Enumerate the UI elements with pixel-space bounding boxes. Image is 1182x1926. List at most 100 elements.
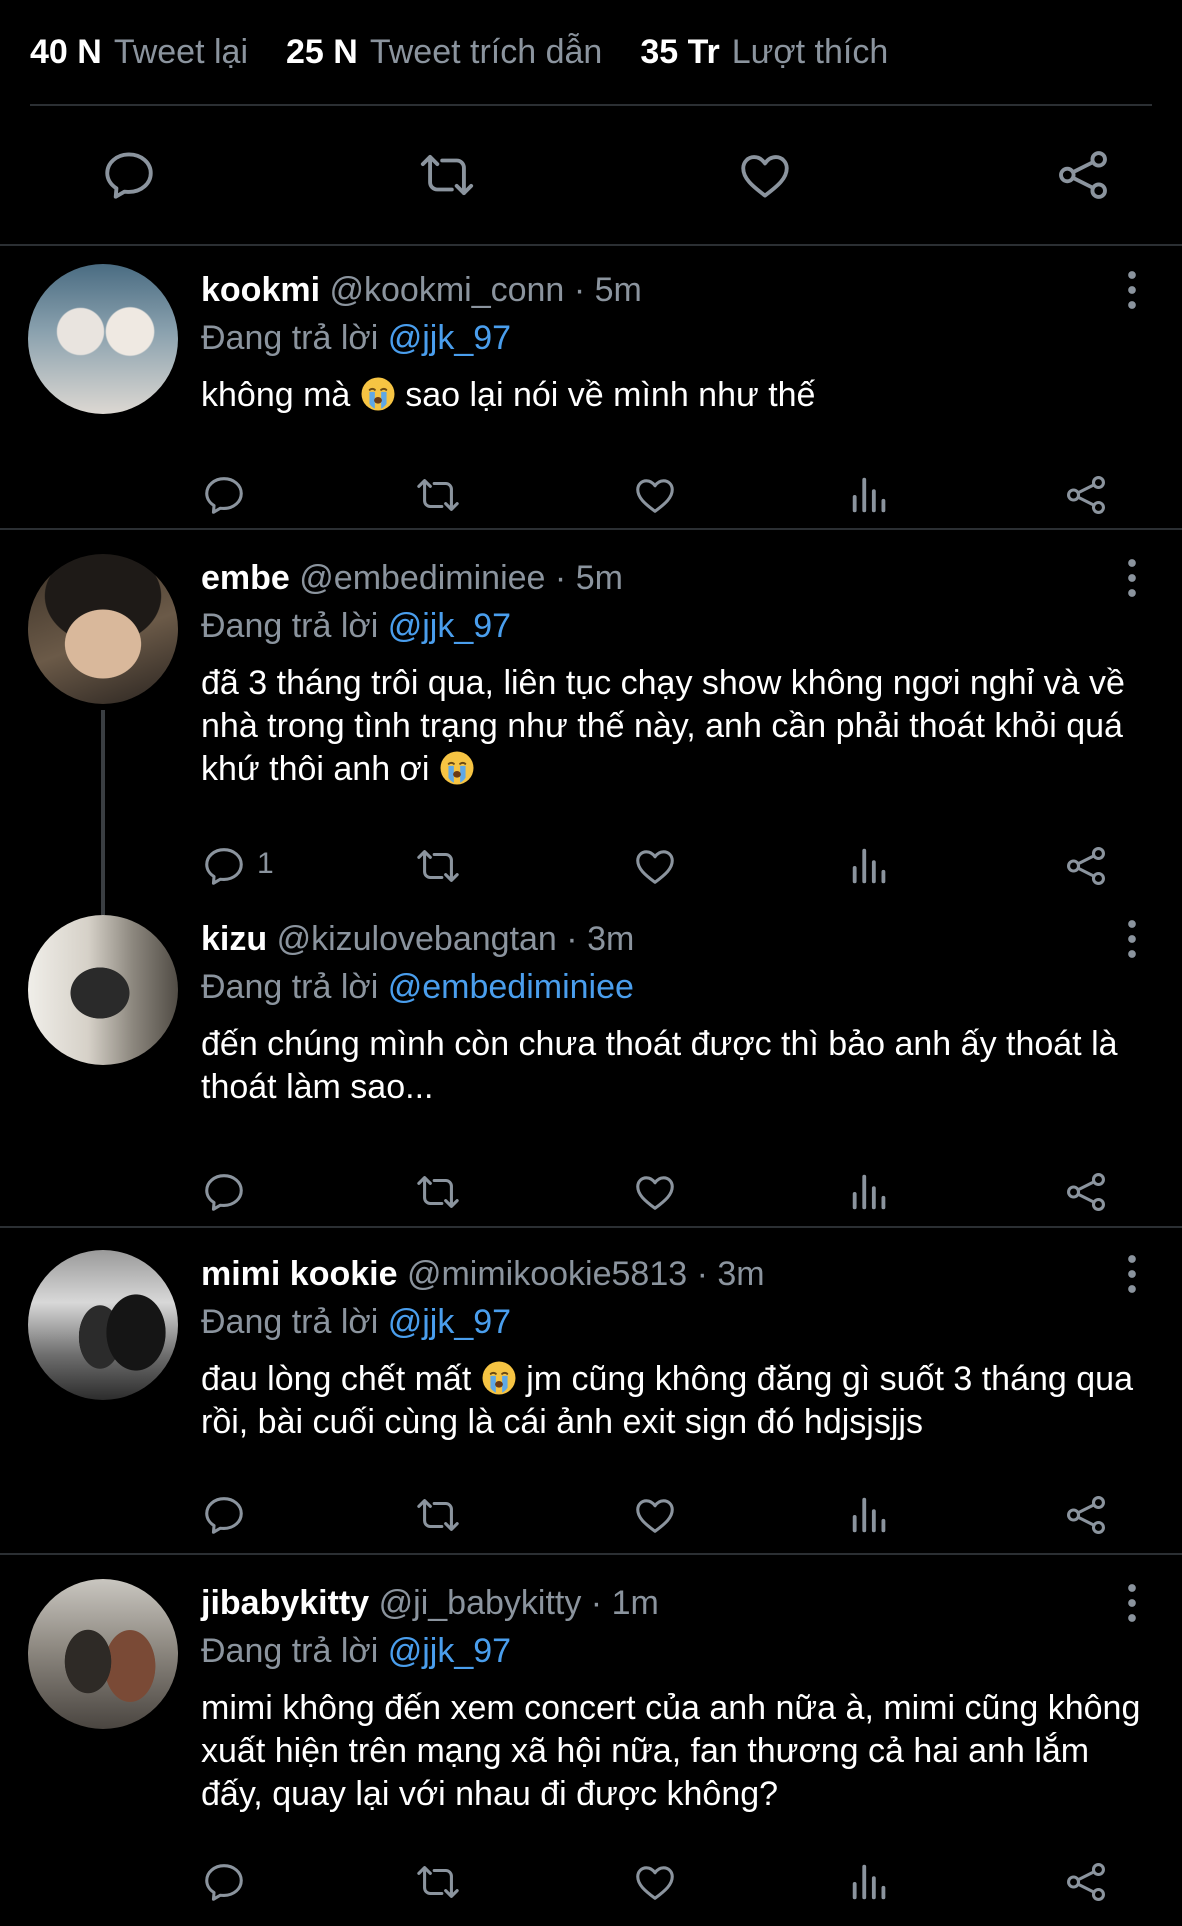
avatar[interactable] <box>28 1250 178 1400</box>
mention-link[interactable]: @jjk_97 <box>388 607 511 645</box>
share-icon[interactable] <box>1063 843 1109 889</box>
tweet-actions: 1 <box>201 843 1113 899</box>
like-icon[interactable] <box>632 1859 678 1905</box>
replying-label: Đang trả lời <box>201 968 379 1006</box>
reply-icon[interactable] <box>201 1492 247 1538</box>
like-icon[interactable] <box>632 1169 678 1215</box>
tweet-text: đau lòng chết mất jm cũng không đăng gì … <box>201 1358 1142 1444</box>
tweet-text: đến chúng mình còn chưa thoát được thì b… <box>201 1023 1142 1109</box>
retweet-icon[interactable] <box>415 1859 461 1905</box>
tweet-text: mimi không đến xem concert của anh nữa à… <box>201 1687 1142 1816</box>
more-icon[interactable] <box>1126 558 1138 598</box>
views-icon[interactable] <box>847 1492 893 1538</box>
tweet-actions <box>201 472 1113 528</box>
timestamp[interactable]: 5m <box>595 271 642 309</box>
like-icon[interactable] <box>632 472 678 518</box>
quote-tweets-stat[interactable]: 25 N Tweet trích dẫn <box>286 33 602 72</box>
reply-icon[interactable] <box>201 1169 247 1215</box>
replying-label: Đang trả lời <box>201 319 379 357</box>
tweet-text-part: mimi không đến xem concert của anh nữa à… <box>201 1689 1141 1813</box>
reply-icon[interactable] <box>201 472 247 518</box>
display-name[interactable]: kizu <box>201 920 267 958</box>
share-icon[interactable] <box>1054 146 1112 204</box>
timestamp[interactable]: 3m <box>587 920 634 958</box>
mention-link[interactable]: @embediminiee <box>388 968 634 1006</box>
avatar[interactable] <box>28 554 178 704</box>
main-tweet-actions <box>0 106 1182 246</box>
mention-link[interactable]: @jjk_97 <box>388 1632 511 1670</box>
separator-dot: · <box>590 1584 603 1622</box>
user-handle[interactable]: @kookmi_conn <box>330 271 565 309</box>
tweet-text: đã 3 tháng trôi qua, liên tục chạy show … <box>201 662 1142 791</box>
retweet-icon[interactable] <box>415 472 461 518</box>
replying-to-line: Đang trả lời @jjk_97 <box>201 1631 1142 1671</box>
retweet-icon[interactable] <box>415 1492 461 1538</box>
engagement-stats-bar: 40 N Tweet lại 25 N Tweet trích dẫn 35 T… <box>30 0 1152 106</box>
share-icon[interactable] <box>1063 1169 1109 1215</box>
crying-emoji <box>439 750 475 786</box>
quote-tweets-count: 25 N <box>286 32 358 71</box>
tweet-header: kizu @kizulovebangtan · 3m <box>201 919 1142 959</box>
reply-tweet[interactable]: kookmi @kookmi_conn · 5m Đang trả lời @j… <box>0 246 1182 530</box>
timestamp[interactable]: 1m <box>612 1584 659 1622</box>
more-icon[interactable] <box>1126 1254 1138 1294</box>
reply-tweet[interactable]: kizu @kizulovebangtan · 3m Đang trả lời … <box>0 901 1182 1228</box>
thread-line <box>101 901 105 915</box>
user-handle[interactable]: @ji_babykitty <box>379 1584 582 1622</box>
retweets-stat[interactable]: 40 N Tweet lại <box>30 33 248 72</box>
retweets-label: Tweet lại <box>113 32 249 71</box>
user-handle[interactable]: @kizulovebangtan <box>277 920 557 958</box>
like-icon[interactable] <box>736 146 794 204</box>
crying-emoji <box>360 376 396 412</box>
share-icon[interactable] <box>1063 1492 1109 1538</box>
display-name[interactable]: embe <box>201 559 290 597</box>
likes-count: 35 Tr <box>640 32 720 71</box>
share-icon[interactable] <box>1063 1859 1109 1905</box>
separator-dot: · <box>573 271 586 309</box>
retweet-icon[interactable] <box>415 843 461 889</box>
thread-line <box>101 710 105 901</box>
views-icon[interactable] <box>847 843 893 889</box>
views-icon[interactable] <box>847 1859 893 1905</box>
replying-to-line: Đang trả lời @embediminiee <box>201 967 1142 1007</box>
timestamp[interactable]: 3m <box>717 1255 764 1293</box>
tweet-text-part: đã 3 tháng trôi qua, liên tục chạy show … <box>201 664 1125 788</box>
avatar[interactable] <box>28 264 178 414</box>
more-icon[interactable] <box>1126 270 1138 310</box>
views-icon[interactable] <box>847 1169 893 1215</box>
reply-icon[interactable] <box>201 843 247 889</box>
display-name[interactable]: mimi kookie <box>201 1255 398 1293</box>
reply-tweet[interactable]: mimi kookie @mimikookie5813 · 3m Đang tr… <box>0 1228 1182 1555</box>
tweet-actions <box>201 1492 1113 1548</box>
timestamp[interactable]: 5m <box>576 559 623 597</box>
like-icon[interactable] <box>632 843 678 889</box>
more-icon[interactable] <box>1126 1583 1138 1623</box>
user-handle[interactable]: @mimikookie5813 <box>407 1255 687 1293</box>
mention-link[interactable]: @jjk_97 <box>388 319 511 357</box>
tweet-actions <box>201 1859 1113 1915</box>
reply-tweet[interactable]: jibabykitty @ji_babykitty · 1m Đang trả … <box>0 1555 1182 1926</box>
like-icon[interactable] <box>632 1492 678 1538</box>
tweet-header: embe @embediminiee · 5m <box>201 558 1142 598</box>
mention-link[interactable]: @jjk_97 <box>388 1303 511 1341</box>
reply-icon[interactable] <box>201 1859 247 1905</box>
likes-stat[interactable]: 35 Tr Lượt thích <box>640 33 888 72</box>
display-name[interactable]: kookmi <box>201 271 320 309</box>
avatar[interactable] <box>28 915 178 1065</box>
more-icon[interactable] <box>1126 919 1138 959</box>
reply-icon[interactable] <box>100 146 158 204</box>
likes-label: Lượt thích <box>731 32 889 71</box>
replying-label: Đang trả lời <box>201 607 379 645</box>
retweet-icon[interactable] <box>418 146 476 204</box>
views-icon[interactable] <box>847 472 893 518</box>
replying-to-line: Đang trả lời @jjk_97 <box>201 606 1142 646</box>
display-name[interactable]: jibabykitty <box>201 1584 369 1622</box>
reply-tweet[interactable]: embe @embediminiee · 5m Đang trả lời @jj… <box>0 530 1182 901</box>
user-handle[interactable]: @embediminiee <box>299 559 545 597</box>
replying-label: Đang trả lời <box>201 1303 379 1341</box>
avatar[interactable] <box>28 1579 178 1729</box>
retweet-icon[interactable] <box>415 1169 461 1215</box>
tweet-actions <box>201 1169 1113 1225</box>
retweets-count: 40 N <box>30 32 102 71</box>
share-icon[interactable] <box>1063 472 1109 518</box>
